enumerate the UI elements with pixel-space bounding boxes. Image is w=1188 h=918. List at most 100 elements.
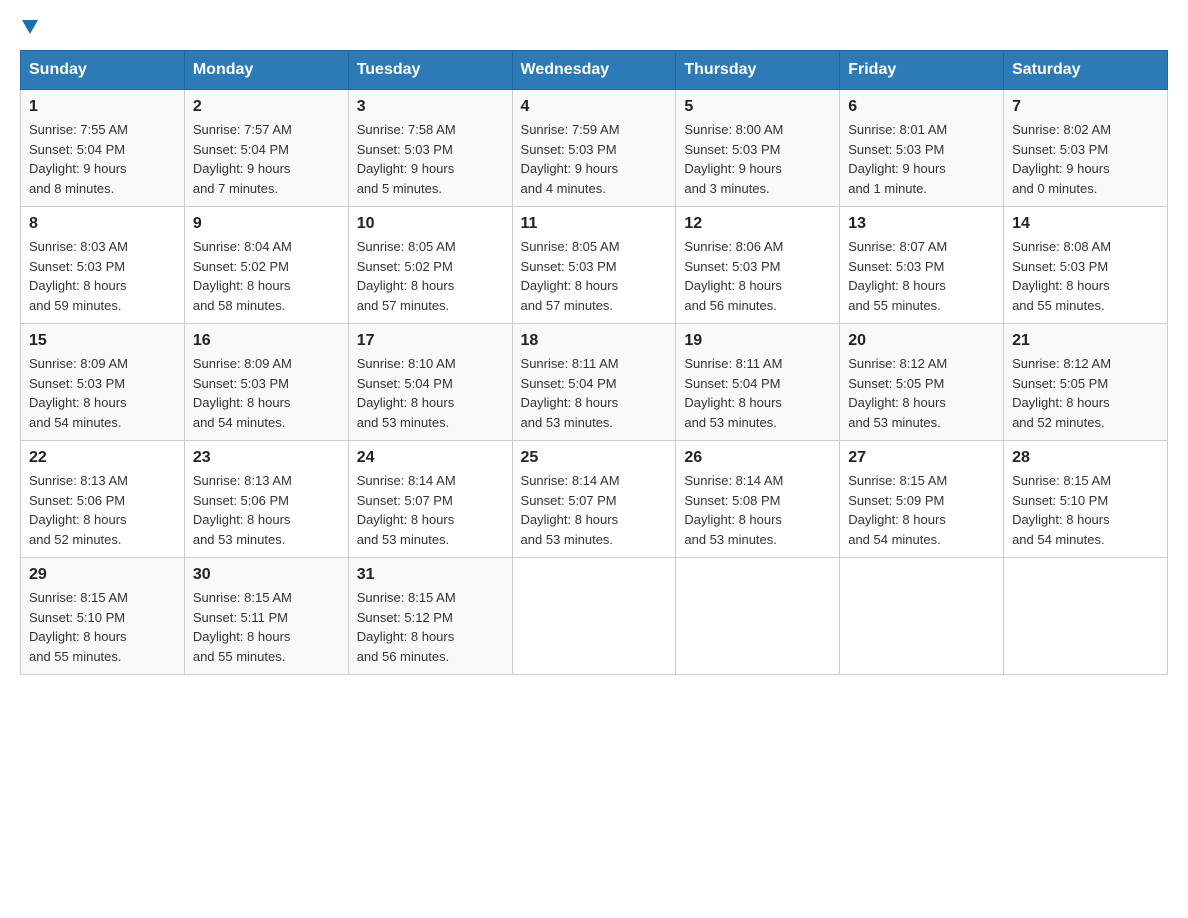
calendar-body: 1 Sunrise: 7:55 AMSunset: 5:04 PMDayligh…: [21, 90, 1168, 675]
day-info: Sunrise: 8:15 AMSunset: 5:11 PMDaylight:…: [193, 588, 340, 666]
header-cell-saturday: Saturday: [1004, 51, 1168, 90]
day-number: 14: [1012, 215, 1159, 233]
day-info: Sunrise: 8:15 AMSunset: 5:09 PMDaylight:…: [848, 471, 995, 549]
calendar-cell: 24 Sunrise: 8:14 AMSunset: 5:07 PMDaylig…: [348, 441, 512, 558]
day-number: 13: [848, 215, 995, 233]
calendar-cell: 23 Sunrise: 8:13 AMSunset: 5:06 PMDaylig…: [184, 441, 348, 558]
header-cell-thursday: Thursday: [676, 51, 840, 90]
calendar-cell: 15 Sunrise: 8:09 AMSunset: 5:03 PMDaylig…: [21, 324, 185, 441]
day-info: Sunrise: 8:11 AMSunset: 5:04 PMDaylight:…: [521, 354, 668, 432]
calendar-header: SundayMondayTuesdayWednesdayThursdayFrid…: [21, 51, 1168, 90]
calendar-table: SundayMondayTuesdayWednesdayThursdayFrid…: [20, 50, 1168, 675]
day-info: Sunrise: 8:00 AMSunset: 5:03 PMDaylight:…: [684, 120, 831, 198]
calendar-cell: 28 Sunrise: 8:15 AMSunset: 5:10 PMDaylig…: [1004, 441, 1168, 558]
calendar-cell: 20 Sunrise: 8:12 AMSunset: 5:05 PMDaylig…: [840, 324, 1004, 441]
calendar-cell: 16 Sunrise: 8:09 AMSunset: 5:03 PMDaylig…: [184, 324, 348, 441]
day-number: 23: [193, 449, 340, 467]
calendar-cell: 31 Sunrise: 8:15 AMSunset: 5:12 PMDaylig…: [348, 558, 512, 675]
calendar-cell: 27 Sunrise: 8:15 AMSunset: 5:09 PMDaylig…: [840, 441, 1004, 558]
day-info: Sunrise: 8:05 AMSunset: 5:02 PMDaylight:…: [357, 237, 504, 315]
calendar-cell: 8 Sunrise: 8:03 AMSunset: 5:03 PMDayligh…: [21, 207, 185, 324]
calendar-cell: 22 Sunrise: 8:13 AMSunset: 5:06 PMDaylig…: [21, 441, 185, 558]
calendar-cell: 3 Sunrise: 7:58 AMSunset: 5:03 PMDayligh…: [348, 90, 512, 207]
day-number: 9: [193, 215, 340, 233]
day-number: 4: [521, 98, 668, 116]
calendar-cell: 21 Sunrise: 8:12 AMSunset: 5:05 PMDaylig…: [1004, 324, 1168, 441]
day-number: 3: [357, 98, 504, 116]
header-cell-sunday: Sunday: [21, 51, 185, 90]
calendar-cell: 14 Sunrise: 8:08 AMSunset: 5:03 PMDaylig…: [1004, 207, 1168, 324]
day-number: 29: [29, 566, 176, 584]
day-number: 11: [521, 215, 668, 233]
day-number: 5: [684, 98, 831, 116]
calendar-cell: [512, 558, 676, 675]
day-info: Sunrise: 8:03 AMSunset: 5:03 PMDaylight:…: [29, 237, 176, 315]
calendar-cell: 1 Sunrise: 7:55 AMSunset: 5:04 PMDayligh…: [21, 90, 185, 207]
logo-wrapper: [20, 20, 38, 30]
day-info: Sunrise: 8:15 AMSunset: 5:10 PMDaylight:…: [1012, 471, 1159, 549]
calendar-cell: 7 Sunrise: 8:02 AMSunset: 5:03 PMDayligh…: [1004, 90, 1168, 207]
page-header: [20, 20, 1168, 30]
day-number: 26: [684, 449, 831, 467]
day-info: Sunrise: 8:06 AMSunset: 5:03 PMDaylight:…: [684, 237, 831, 315]
calendar-cell: 5 Sunrise: 8:00 AMSunset: 5:03 PMDayligh…: [676, 90, 840, 207]
day-info: Sunrise: 8:15 AMSunset: 5:10 PMDaylight:…: [29, 588, 176, 666]
day-info: Sunrise: 8:14 AMSunset: 5:07 PMDaylight:…: [357, 471, 504, 549]
day-number: 8: [29, 215, 176, 233]
day-number: 10: [357, 215, 504, 233]
calendar-cell: 9 Sunrise: 8:04 AMSunset: 5:02 PMDayligh…: [184, 207, 348, 324]
day-info: Sunrise: 8:13 AMSunset: 5:06 PMDaylight:…: [29, 471, 176, 549]
day-info: Sunrise: 8:14 AMSunset: 5:07 PMDaylight:…: [521, 471, 668, 549]
day-number: 15: [29, 332, 176, 350]
header-row: SundayMondayTuesdayWednesdayThursdayFrid…: [21, 51, 1168, 90]
day-info: Sunrise: 8:15 AMSunset: 5:12 PMDaylight:…: [357, 588, 504, 666]
week-row-3: 15 Sunrise: 8:09 AMSunset: 5:03 PMDaylig…: [21, 324, 1168, 441]
day-info: Sunrise: 8:09 AMSunset: 5:03 PMDaylight:…: [193, 354, 340, 432]
day-info: Sunrise: 8:08 AMSunset: 5:03 PMDaylight:…: [1012, 237, 1159, 315]
week-row-1: 1 Sunrise: 7:55 AMSunset: 5:04 PMDayligh…: [21, 90, 1168, 207]
day-info: Sunrise: 8:01 AMSunset: 5:03 PMDaylight:…: [848, 120, 995, 198]
day-info: Sunrise: 8:09 AMSunset: 5:03 PMDaylight:…: [29, 354, 176, 432]
calendar-cell: 11 Sunrise: 8:05 AMSunset: 5:03 PMDaylig…: [512, 207, 676, 324]
day-info: Sunrise: 8:11 AMSunset: 5:04 PMDaylight:…: [684, 354, 831, 432]
day-number: 28: [1012, 449, 1159, 467]
day-number: 19: [684, 332, 831, 350]
calendar-cell: 4 Sunrise: 7:59 AMSunset: 5:03 PMDayligh…: [512, 90, 676, 207]
day-info: Sunrise: 8:07 AMSunset: 5:03 PMDaylight:…: [848, 237, 995, 315]
day-number: 20: [848, 332, 995, 350]
week-row-4: 22 Sunrise: 8:13 AMSunset: 5:06 PMDaylig…: [21, 441, 1168, 558]
calendar-cell: 18 Sunrise: 8:11 AMSunset: 5:04 PMDaylig…: [512, 324, 676, 441]
day-number: 12: [684, 215, 831, 233]
day-number: 6: [848, 98, 995, 116]
calendar-cell: 29 Sunrise: 8:15 AMSunset: 5:10 PMDaylig…: [21, 558, 185, 675]
calendar-cell: [840, 558, 1004, 675]
calendar-cell: 10 Sunrise: 8:05 AMSunset: 5:02 PMDaylig…: [348, 207, 512, 324]
calendar-cell: 25 Sunrise: 8:14 AMSunset: 5:07 PMDaylig…: [512, 441, 676, 558]
calendar-cell: 19 Sunrise: 8:11 AMSunset: 5:04 PMDaylig…: [676, 324, 840, 441]
day-info: Sunrise: 8:13 AMSunset: 5:06 PMDaylight:…: [193, 471, 340, 549]
logo-triangle-icon: [22, 20, 38, 34]
day-number: 24: [357, 449, 504, 467]
day-number: 17: [357, 332, 504, 350]
day-number: 2: [193, 98, 340, 116]
header-cell-tuesday: Tuesday: [348, 51, 512, 90]
day-number: 7: [1012, 98, 1159, 116]
calendar-cell: 12 Sunrise: 8:06 AMSunset: 5:03 PMDaylig…: [676, 207, 840, 324]
day-info: Sunrise: 8:02 AMSunset: 5:03 PMDaylight:…: [1012, 120, 1159, 198]
logo-line1: [20, 20, 38, 30]
header-cell-monday: Monday: [184, 51, 348, 90]
day-number: 25: [521, 449, 668, 467]
day-info: Sunrise: 7:55 AMSunset: 5:04 PMDaylight:…: [29, 120, 176, 198]
day-number: 18: [521, 332, 668, 350]
day-number: 22: [29, 449, 176, 467]
day-number: 21: [1012, 332, 1159, 350]
logo: [20, 20, 38, 30]
day-info: Sunrise: 7:57 AMSunset: 5:04 PMDaylight:…: [193, 120, 340, 198]
day-number: 30: [193, 566, 340, 584]
calendar-cell: 17 Sunrise: 8:10 AMSunset: 5:04 PMDaylig…: [348, 324, 512, 441]
week-row-2: 8 Sunrise: 8:03 AMSunset: 5:03 PMDayligh…: [21, 207, 1168, 324]
calendar-cell: 13 Sunrise: 8:07 AMSunset: 5:03 PMDaylig…: [840, 207, 1004, 324]
day-info: Sunrise: 8:14 AMSunset: 5:08 PMDaylight:…: [684, 471, 831, 549]
day-number: 1: [29, 98, 176, 116]
day-info: Sunrise: 8:10 AMSunset: 5:04 PMDaylight:…: [357, 354, 504, 432]
